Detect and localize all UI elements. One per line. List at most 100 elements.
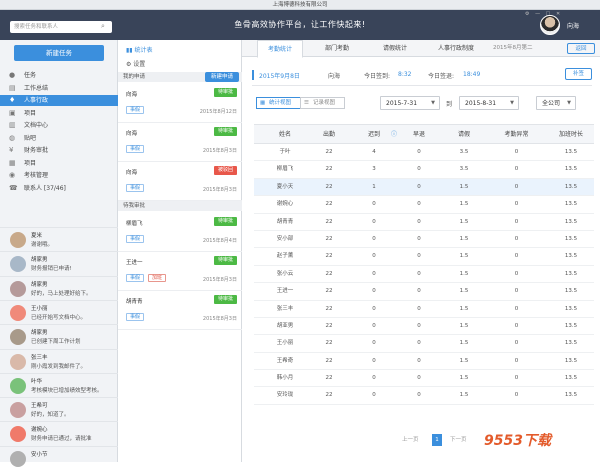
table-row[interactable]: 谢婉心 22 0 0 1.5 0 13.5 (254, 196, 594, 214)
chat-item[interactable]: 王小丽 已经开始写文档中心。 (0, 299, 118, 324)
chat-item[interactable]: 夏米 谢谢哦。 (0, 227, 118, 251)
table-cell: 0 (417, 235, 421, 242)
sidebar-item-1[interactable]: ▤ 工作总结 (0, 83, 118, 94)
hr-icon: ♦ (9, 96, 16, 104)
stats-view-button[interactable]: ▦ 统计视图 (256, 97, 301, 109)
table-cell: 1.5 (459, 253, 469, 260)
table-row[interactable]: 张三丰 22 0 0 1.5 0 13.5 (254, 301, 594, 318)
avatar (10, 280, 26, 297)
table-cell: 13.5 (564, 253, 578, 260)
chart-icon: ▦ (260, 100, 266, 106)
request-date: 2015年8月3日 (202, 148, 237, 154)
table-cell: 22 (325, 375, 333, 382)
chat-item[interactable]: 胡家男 好的，马上处理好给下。 (0, 275, 118, 300)
chat-item[interactable]: 胡家男 财务报销已申请! (0, 251, 118, 275)
table-cell: 0 (417, 392, 421, 399)
date-to-select[interactable]: 2015-8-31 ▼ (459, 96, 519, 110)
request-name: 向海 (126, 92, 138, 98)
tab-leave-stats[interactable]: 请假统计 (383, 40, 407, 57)
new-request-button[interactable]: 新建申请 (205, 72, 239, 82)
chat-item[interactable]: 胡家男 已创建下周工作计划 (0, 324, 118, 348)
request-item[interactable]: 向海 事假 被驳回 2015年8月3日 (118, 162, 242, 201)
tab-hr-policy[interactable]: 人事行政制度 (438, 40, 474, 57)
avatar (10, 450, 26, 467)
table-row[interactable]: 韩小月 22 0 0 1.5 0 13.5 (254, 370, 594, 388)
prev-page-button[interactable]: 上一页 (402, 434, 419, 446)
user-avatar[interactable] (540, 15, 560, 35)
sidebar-item-6[interactable]: ¥ 财务审批 (0, 145, 118, 156)
sidebar-item-8[interactable]: ◉ 考核管理 (0, 170, 118, 181)
table-cell: 0 (372, 288, 376, 295)
date-from-select[interactable]: 2015-7-31 ▼ (380, 96, 440, 110)
info-icon[interactable]: ⓘ (390, 125, 398, 145)
column-header[interactable]: 姓名 (260, 125, 310, 145)
project-icon: ▦ (9, 158, 16, 167)
chat-item[interactable]: 安小节 (0, 445, 118, 470)
chat-item[interactable]: 叶华 考核模块已增加绩效型考核。 (0, 372, 118, 397)
table-row[interactable]: 王进一 22 0 0 1.5 0 13.5 (254, 283, 594, 301)
tab-statistics[interactable]: ▮▮ 统计表 (126, 45, 153, 54)
table-row[interactable]: 于叶 22 4 0 3.5 0 13.5 (254, 144, 594, 162)
supplement-button[interactable]: 补签 (565, 68, 592, 80)
avatar (10, 402, 26, 419)
table-row[interactable]: 胡青青 22 0 0 1.5 0 13.5 (254, 214, 594, 231)
sidebar-item-2[interactable]: ♦ 人事行政 (0, 95, 118, 106)
records-view-button[interactable]: ☰ 记录视图 (300, 97, 345, 109)
column-header[interactable]: 迟到 (359, 125, 389, 145)
table-row[interactable]: 柳眉飞 22 3 0 3.5 0 13.5 (254, 161, 594, 179)
window-title: 上海博德科技有限公司 (272, 2, 328, 8)
table-cell: 13.5 (564, 235, 578, 242)
sidebar-item-4[interactable]: ▥ 文档中心 (0, 120, 118, 131)
sidebar-item-7[interactable]: ▦ 项目 (0, 158, 118, 169)
new-task-button[interactable]: 新建任务 (14, 45, 104, 61)
table-row[interactable]: 安玲珑 22 0 0 1.5 0 13.5 (254, 387, 594, 405)
tab-date[interactable]: 2015年8月第二 (493, 40, 533, 57)
request-tag: 事假 (126, 235, 145, 243)
table-row[interactable]: 夏小天 22 1 0 1.5 0 13.5 (254, 178, 594, 197)
table-cell: 0 (514, 288, 519, 295)
chat-item[interactable]: 张三丰 刚小霞发到我邮件了。 (0, 348, 118, 373)
column-header[interactable]: 加班时长 (548, 125, 594, 145)
next-page-button[interactable]: 下一页 (450, 434, 467, 446)
request-item[interactable]: 王进一 事假 加班 待审批 2015年8月3日 (118, 252, 242, 291)
request-date: 2015年8月12日 (199, 109, 237, 115)
table-row[interactable]: 张小云 22 0 0 1.5 0 13.5 (254, 266, 594, 284)
table-cell: 3.5 (459, 166, 469, 173)
column-header[interactable]: 早退 (404, 125, 434, 145)
request-item[interactable]: 胡青青 事假 待审批 2015年8月3日 (118, 291, 242, 330)
table-row[interactable]: 王希奇 22 0 0 1.5 0 13.5 (254, 353, 594, 371)
tab-settings[interactable]: ⚙ 设置 (126, 59, 145, 68)
table-cell: 0 (372, 305, 376, 312)
table-cell: 22 (325, 201, 333, 208)
request-item[interactable]: 柳眉飞 事假 待审批 2015年8月4日 (118, 213, 242, 252)
sidebar-item-3[interactable]: ▣ 项目 (0, 108, 118, 119)
status-badge: 待审批 (213, 256, 237, 265)
column-header[interactable]: 考勤异常 (494, 125, 539, 145)
table-row[interactable]: 安小部 22 0 0 1.5 0 13.5 (254, 231, 594, 249)
table-cell: 13.5 (564, 340, 578, 347)
table-row[interactable]: 王小丽 22 0 0 1.5 0 13.5 (254, 335, 594, 353)
company-select[interactable]: 全公司 ▼ (536, 96, 576, 110)
request-item[interactable]: 向海 事假 待审批 2015年8月12日 (118, 84, 242, 123)
table-cell: 0 (514, 305, 519, 312)
sidebar-item-0[interactable]: ● 任务 (0, 70, 118, 81)
table-row[interactable]: 赵子薰 22 0 0 1.5 0 13.5 (254, 248, 594, 266)
table-cell: 22 (325, 149, 333, 155)
table-row[interactable]: 胡亚男 22 0 0 1.5 0 13.5 (254, 318, 594, 336)
page-number[interactable]: 1 (432, 434, 442, 446)
sidebar-item-9[interactable]: ☎ 联系人 [37/46] (0, 183, 118, 194)
back-button[interactable]: 返回 (567, 43, 595, 54)
chat-item[interactable]: 谢婉心 财务申请已通过，请批准 (0, 421, 118, 445)
tab-dept-attendance[interactable]: 部门考勤 (325, 40, 349, 57)
chat-name: 谢婉心 (31, 427, 48, 434)
column-header[interactable]: 出勤 (314, 125, 344, 145)
request-name: 向海 (126, 131, 138, 137)
request-item[interactable]: 向海 事假 待审批 2015年8月3日 (118, 123, 242, 162)
sidebar-item-5[interactable]: ◍ 贴吧 (0, 133, 118, 144)
table-cell: 0 (372, 235, 376, 242)
table-cell: 0 (372, 340, 376, 347)
user-name[interactable]: 向海 (567, 21, 579, 30)
tab-attendance-stats[interactable]: 考勤统计 (257, 40, 304, 58)
chat-item[interactable]: 王希可 好的，知道了。 (0, 397, 118, 421)
column-header[interactable]: 请假 (449, 125, 479, 145)
